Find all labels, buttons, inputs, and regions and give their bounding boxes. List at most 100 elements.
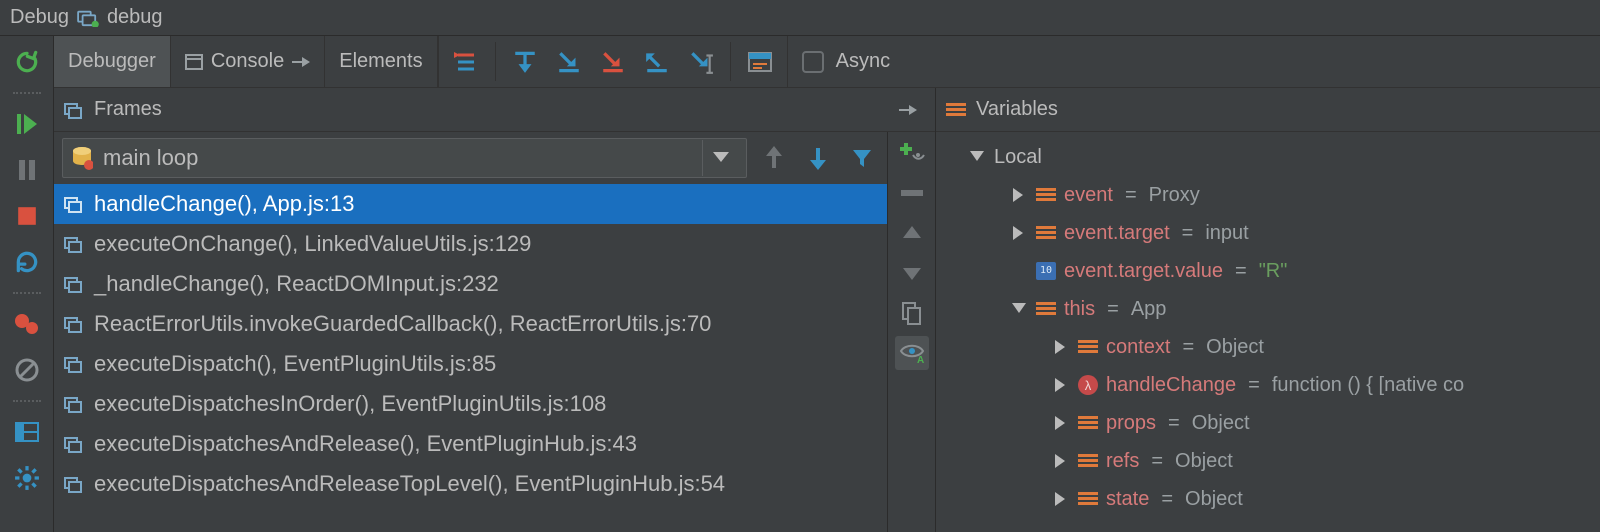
tab-console-label: Console xyxy=(211,50,284,73)
expander-down-icon[interactable] xyxy=(968,148,986,166)
frames-panel-title: Frames xyxy=(94,98,162,121)
frames-side-toolbar: A xyxy=(887,132,935,532)
evaluate-expression-button[interactable] xyxy=(743,45,777,79)
async-toggle[interactable]: Async xyxy=(787,36,904,87)
variable-row[interactable]: props = Object xyxy=(940,404,1596,442)
variable-name: event xyxy=(1064,184,1113,207)
frame-icon xyxy=(64,194,84,214)
variable-row[interactable]: context = Object xyxy=(940,328,1596,366)
show-execution-point-button[interactable] xyxy=(449,45,483,79)
tab-elements[interactable]: Elements xyxy=(325,36,437,87)
variable-row[interactable]: λhandleChange = function () { [native co xyxy=(940,366,1596,404)
variable-name: handleChange xyxy=(1106,374,1236,397)
show-watches-button[interactable]: A xyxy=(895,336,929,370)
frame-item[interactable]: executeDispatchesInOrder(), EventPluginU… xyxy=(54,384,887,424)
frame-label: executeDispatchesInOrder(), EventPluginU… xyxy=(94,391,606,417)
expander-right-icon[interactable] xyxy=(1052,376,1070,394)
tab-elements-label: Elements xyxy=(339,50,422,73)
expander-right-icon[interactable] xyxy=(1052,490,1070,508)
frame-item[interactable]: executeDispatch(), EventPluginUtils.js:8… xyxy=(54,344,887,384)
frame-list[interactable]: handleChange(), App.js:13 executeOnChange… xyxy=(54,184,887,532)
object-icon xyxy=(1078,490,1098,508)
separator xyxy=(13,400,41,402)
frame-icon xyxy=(64,274,84,294)
step-controls xyxy=(438,36,787,87)
resume-button[interactable] xyxy=(7,104,47,144)
variable-name: this xyxy=(1064,298,1095,321)
run-to-cursor-button[interactable] xyxy=(684,45,718,79)
open-console-new-icon[interactable] xyxy=(292,55,310,69)
move-watch-up-button[interactable] xyxy=(895,216,929,250)
frame-icon xyxy=(64,474,84,494)
frame-item[interactable]: ReactErrorUtils.invokeGuardedCallback(),… xyxy=(54,304,887,344)
move-watch-down-button[interactable] xyxy=(895,256,929,290)
force-step-into-button[interactable] xyxy=(596,45,630,79)
expander-right-icon[interactable] xyxy=(1052,452,1070,470)
copy-watch-button[interactable] xyxy=(895,296,929,330)
tool-window-name: Debug xyxy=(10,6,69,29)
thread-selector[interactable]: main loop xyxy=(62,138,747,178)
stop-button[interactable] xyxy=(7,196,47,236)
step-out-button[interactable] xyxy=(640,45,674,79)
expander-right-icon[interactable] xyxy=(1052,414,1070,432)
step-over-button[interactable] xyxy=(508,45,542,79)
settings-button[interactable] xyxy=(7,458,47,498)
expander-down-icon[interactable] xyxy=(1010,300,1028,318)
tab-console[interactable]: Console xyxy=(171,36,325,87)
variable-row[interactable]: event.target = input xyxy=(940,214,1596,252)
frame-item[interactable]: executeDispatchesAndReleaseTopLevel(), E… xyxy=(54,464,887,504)
next-frame-button[interactable] xyxy=(801,141,835,175)
expander-right-icon[interactable] xyxy=(1052,338,1070,356)
variable-row[interactable]: state = Object xyxy=(940,480,1596,518)
breakpoints-button[interactable] xyxy=(7,304,47,344)
frame-label: _handleChange(), ReactDOMInput.js:232 xyxy=(94,271,499,297)
thread-name: main loop xyxy=(103,145,692,171)
frame-item[interactable]: executeDispatchesAndRelease(), EventPlug… xyxy=(54,424,887,464)
svg-text:A: A xyxy=(917,355,924,365)
tab-debugger[interactable]: Debugger xyxy=(54,36,171,87)
frame-icon xyxy=(64,434,84,454)
add-watch-button[interactable] xyxy=(895,136,929,170)
mute-breakpoints-button[interactable] xyxy=(7,350,47,390)
equals: = xyxy=(1164,412,1184,435)
rerun-button[interactable] xyxy=(7,42,47,82)
run-config-icon xyxy=(77,9,99,27)
frame-item[interactable]: handleChange(), App.js:13 xyxy=(54,184,887,224)
variables-tree[interactable]: Local event = Proxyevent.target = input1… xyxy=(936,132,1600,532)
variable-row[interactable]: event = Proxy xyxy=(940,176,1596,214)
variable-row[interactable]: this = App xyxy=(940,290,1596,328)
variable-row[interactable]: refs = Object xyxy=(940,442,1596,480)
scope-name: Local xyxy=(994,146,1042,169)
separator xyxy=(13,292,41,294)
chevron-down-icon xyxy=(702,140,738,176)
variable-row[interactable]: 10event.target.value = "R" xyxy=(940,252,1596,290)
variable-value: "R" xyxy=(1259,260,1288,283)
variables-icon xyxy=(946,101,966,119)
scope-row[interactable]: Local xyxy=(940,138,1596,176)
filter-frames-button[interactable] xyxy=(845,141,879,175)
equals: = xyxy=(1121,184,1141,207)
async-checkbox[interactable] xyxy=(802,51,824,73)
rerun-debug-button[interactable] xyxy=(7,242,47,282)
frames-icon xyxy=(64,100,84,120)
primitive-icon: 10 xyxy=(1036,262,1056,280)
frame-item[interactable]: _handleChange(), ReactDOMInput.js:232 xyxy=(54,264,887,304)
frame-label: handleChange(), App.js:13 xyxy=(94,191,355,217)
object-icon xyxy=(1036,186,1056,204)
frame-item[interactable]: executeOnChange(), LinkedValueUtils.js:1… xyxy=(54,224,887,264)
lambda-icon: λ xyxy=(1078,376,1098,394)
expander-right-icon[interactable] xyxy=(1010,186,1028,204)
variables-panel-title: Variables xyxy=(976,98,1058,121)
layout-settings-button[interactable] xyxy=(7,412,47,452)
frame-icon xyxy=(64,314,84,334)
frames-panel-header: Frames xyxy=(54,88,935,132)
pause-button[interactable] xyxy=(7,150,47,190)
variables-panel: Variables Local event = Proxyevent.targe… xyxy=(936,88,1600,532)
step-into-button[interactable] xyxy=(552,45,586,79)
variable-name: refs xyxy=(1106,450,1139,473)
remove-watch-button[interactable] xyxy=(895,176,929,210)
frame-label: executeDispatch(), EventPluginUtils.js:8… xyxy=(94,351,496,377)
previous-frame-button[interactable] xyxy=(757,141,791,175)
expander-right-icon[interactable] xyxy=(1010,224,1028,242)
open-frames-new-icon[interactable] xyxy=(891,93,925,127)
